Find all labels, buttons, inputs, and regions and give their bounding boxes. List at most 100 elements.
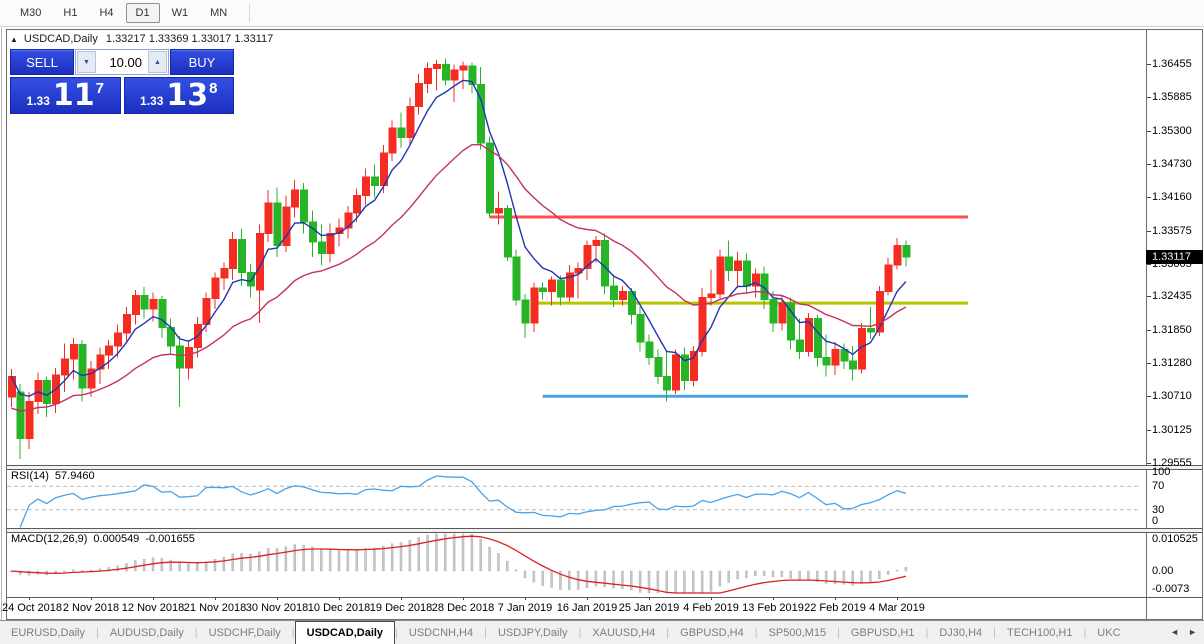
macd-histogram-bar bbox=[905, 567, 907, 571]
macd-histogram-bar bbox=[356, 550, 358, 571]
symbol-tab-bar: EURUSD,Daily|AUDUSD,Daily|USDCHF,Daily|U… bbox=[0, 620, 1204, 644]
volume-increase-icon[interactable]: ▲ bbox=[148, 51, 167, 73]
macd-histogram-bar bbox=[639, 571, 641, 592]
macd-histogram-bar bbox=[630, 571, 632, 590]
price-scale-label: 1.33005 bbox=[1152, 258, 1202, 270]
candle-body bbox=[593, 241, 600, 246]
macd-histogram-bar bbox=[453, 534, 455, 571]
tab-scroll-right-icon[interactable]: ► bbox=[1188, 627, 1197, 637]
macd-histogram-bar bbox=[329, 550, 331, 571]
macd-histogram-bar bbox=[187, 564, 189, 571]
candle-body bbox=[832, 349, 839, 365]
rsi-pane[interactable] bbox=[7, 468, 1139, 528]
candle-body bbox=[460, 66, 467, 70]
macd-histogram-bar bbox=[754, 571, 756, 576]
date-axis-tick bbox=[463, 597, 464, 600]
date-axis-tick bbox=[711, 597, 712, 600]
price-scale-label: 1.33575 bbox=[1152, 225, 1202, 237]
price-scale-tick bbox=[1147, 131, 1151, 132]
macd-histogram-bar bbox=[232, 554, 234, 571]
macd-histogram-bar bbox=[772, 571, 774, 577]
one-click-trade-panel: SELL ▼ 10.00 ▲ BUY 1.33 11 7 1.33 13 8 bbox=[10, 49, 234, 114]
candle-body bbox=[664, 377, 671, 390]
macd-histogram-bar bbox=[701, 571, 703, 593]
tab-tech100-h1[interactable]: TECH100,H1 bbox=[996, 621, 1083, 644]
candle-body bbox=[540, 288, 547, 291]
macd-histogram-bar bbox=[471, 534, 473, 571]
macd-histogram-bar bbox=[320, 549, 322, 571]
candle-body bbox=[602, 241, 609, 286]
timeframe-button-h4[interactable]: H4 bbox=[89, 3, 123, 23]
tab-eurusd-daily[interactable]: EURUSD,Daily bbox=[0, 621, 96, 644]
date-axis-tick bbox=[649, 597, 650, 600]
buy-button[interactable]: BUY bbox=[170, 49, 234, 75]
macd-histogram-bar bbox=[861, 571, 863, 583]
candle-body bbox=[247, 272, 254, 285]
timeframe-button-w1[interactable]: W1 bbox=[162, 3, 199, 23]
macd-histogram-bar bbox=[462, 534, 464, 571]
tab-usdcnh-h4[interactable]: USDCNH,H4 bbox=[398, 621, 484, 644]
date-axis-tick bbox=[773, 597, 774, 600]
collapse-icon[interactable]: ▲ bbox=[10, 35, 18, 44]
timeframe-button-mn[interactable]: MN bbox=[200, 3, 237, 23]
buy-price-display[interactable]: 1.33 13 8 bbox=[124, 77, 235, 114]
candle-body bbox=[673, 355, 680, 390]
timeframe-button-m30[interactable]: M30 bbox=[10, 3, 51, 23]
tab-usdcad-daily[interactable]: USDCAD,Daily bbox=[295, 621, 395, 644]
buy-price-big: 13 bbox=[166, 81, 208, 111]
tab-gbpusd-h4[interactable]: GBPUSD,H4 bbox=[669, 621, 755, 644]
macd-histogram-bar bbox=[480, 539, 482, 571]
macd-histogram-bar bbox=[568, 571, 570, 590]
tab-usdjpy-daily[interactable]: USDJPY,Daily bbox=[487, 621, 579, 644]
candle-body bbox=[805, 319, 812, 352]
candle-body bbox=[814, 319, 821, 358]
price-scale-label: 1.34730 bbox=[1152, 158, 1202, 170]
tab-audusd-daily[interactable]: AUDUSD,Daily bbox=[99, 621, 195, 644]
rsi-header: RSI(14)57.9460 bbox=[11, 470, 101, 482]
candle-body bbox=[637, 315, 644, 342]
macd-histogram-bar bbox=[586, 571, 588, 588]
volume-spinner: ▼ 10.00 ▲ bbox=[75, 49, 169, 75]
chart-symbol-label: USDCAD,Daily bbox=[24, 33, 98, 45]
timeframe-button-d1[interactable]: D1 bbox=[126, 3, 160, 23]
sell-button[interactable]: SELL bbox=[10, 49, 74, 75]
ma-fast-line bbox=[11, 80, 906, 396]
tab-ukc[interactable]: UKC bbox=[1086, 621, 1131, 644]
macd-histogram-bar bbox=[666, 571, 668, 593]
tab-usdchf-daily[interactable]: USDCHF,Daily bbox=[198, 621, 292, 644]
tab-xauusd-h4[interactable]: XAUUSD,H4 bbox=[581, 621, 666, 644]
candle-body bbox=[79, 345, 86, 388]
tab-dj30-h4[interactable]: DJ30,H4 bbox=[928, 621, 993, 644]
volume-decrease-icon[interactable]: ▼ bbox=[77, 51, 96, 73]
candle-body bbox=[717, 257, 724, 294]
date-axis-tick bbox=[153, 597, 154, 600]
candle-body bbox=[26, 401, 33, 438]
macd-value: 0.000549 bbox=[93, 533, 139, 545]
volume-value[interactable]: 10.00 bbox=[97, 50, 147, 74]
macd-histogram-bar bbox=[489, 547, 491, 571]
macd-histogram-bar bbox=[613, 571, 615, 588]
date-axis-label: 2 Nov 2018 bbox=[63, 602, 119, 614]
candle-body bbox=[611, 286, 618, 300]
date-axis-tick bbox=[91, 597, 92, 600]
candle-body bbox=[726, 257, 733, 271]
macd-histogram-bar bbox=[728, 571, 730, 582]
tab-sp500-m15[interactable]: SP500,M15 bbox=[758, 621, 837, 644]
tab-scroll-left-icon[interactable]: ◄ bbox=[1170, 627, 1179, 637]
price-scale-label: 1.36455 bbox=[1152, 58, 1202, 70]
macd-histogram-bar bbox=[63, 571, 65, 572]
macd-histogram-bar bbox=[241, 553, 243, 571]
sell-price-display[interactable]: 1.33 11 7 bbox=[10, 77, 121, 114]
tab-gbpusd-h1[interactable]: GBPUSD,H1 bbox=[840, 621, 926, 644]
candle-body bbox=[106, 346, 113, 355]
sell-price-big: 11 bbox=[53, 81, 95, 111]
candle-body bbox=[35, 381, 42, 402]
price-scale-label: 1.31850 bbox=[1152, 324, 1202, 336]
date-axis-label: 12 Nov 2018 bbox=[122, 602, 184, 614]
candle-body bbox=[504, 208, 511, 257]
macd-histogram-bar bbox=[196, 563, 198, 571]
timeframe-button-h1[interactable]: H1 bbox=[53, 3, 87, 23]
candle-body bbox=[61, 359, 68, 375]
candle-body bbox=[487, 143, 494, 213]
macd-histogram-bar bbox=[134, 561, 136, 571]
